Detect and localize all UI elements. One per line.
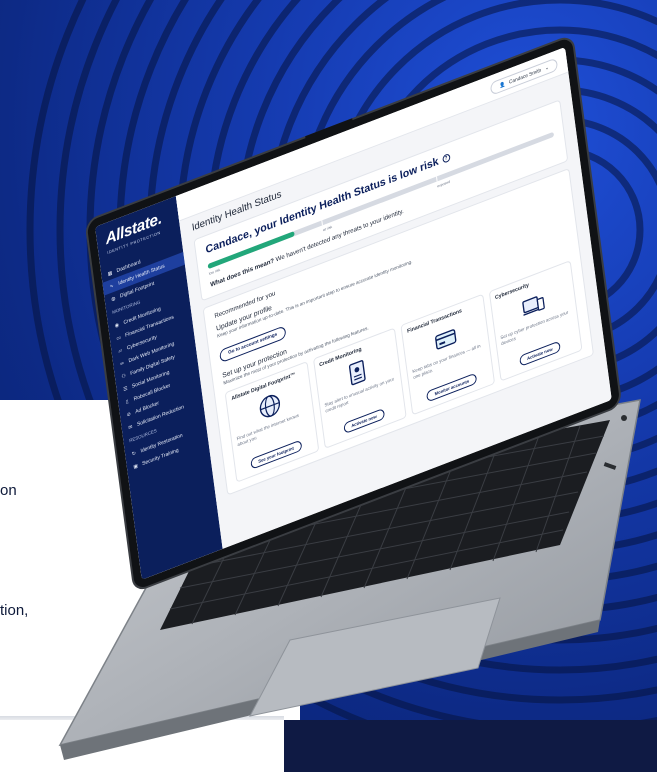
globe-icon bbox=[256, 389, 284, 424]
monitor-accounts-button[interactable]: Monitor accounts bbox=[426, 372, 478, 403]
training-icon: ▣ bbox=[133, 462, 139, 471]
chat-icon: ☰ bbox=[122, 385, 128, 393]
see-footprint-button[interactable]: See your footprint bbox=[250, 439, 303, 470]
mail-icon: ✉ bbox=[128, 423, 133, 431]
laptop-icon: ▱ bbox=[118, 347, 123, 355]
card-icon bbox=[432, 321, 460, 356]
mask-icon: ∞ bbox=[119, 359, 125, 367]
restore-icon: ↻ bbox=[131, 449, 137, 458]
user-icon: 👤 bbox=[499, 80, 506, 89]
risk-meter-divider bbox=[435, 176, 438, 182]
credit-icon: ◉ bbox=[114, 321, 120, 329]
risk-label-low: low risk bbox=[208, 267, 221, 276]
card-icon: ▭ bbox=[115, 334, 122, 342]
globe-icon: ◍ bbox=[110, 295, 116, 303]
activate-credit-button[interactable]: Activate now bbox=[343, 407, 385, 435]
user-name: Candace Smith bbox=[508, 67, 542, 86]
risk-meter-divider bbox=[321, 220, 324, 226]
chevron-down-icon: ⌄ bbox=[544, 64, 550, 72]
help-icon[interactable]: ? bbox=[441, 153, 451, 164]
audio-port bbox=[621, 415, 627, 421]
pulse-icon: ∿ bbox=[109, 282, 115, 290]
document-icon bbox=[344, 355, 372, 390]
risk-label-mid: at risk bbox=[322, 224, 333, 233]
block-icon: ⊘ bbox=[126, 410, 132, 419]
risk-label-high: exposed bbox=[436, 179, 451, 189]
devices-icon bbox=[519, 288, 547, 323]
grid-icon: ▦ bbox=[107, 269, 113, 278]
activate-cyber-button[interactable]: Activate now bbox=[518, 340, 561, 367]
phone-icon: ▯ bbox=[125, 398, 129, 406]
family-icon: ⚇ bbox=[121, 372, 127, 380]
